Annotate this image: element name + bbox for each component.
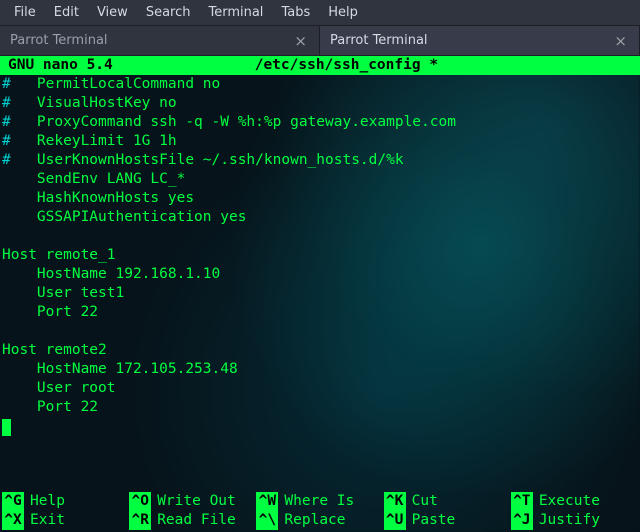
file-line: User test1: [0, 284, 640, 303]
file-line: User root: [0, 379, 640, 398]
shortcut-where-is: ^W Where Is: [256, 492, 383, 511]
file-line: # ProxyCommand ssh -q -W %h:%p gateway.e…: [0, 113, 640, 132]
shortcut-paste: ^U Paste: [384, 511, 511, 530]
shortcut-label: Execute: [539, 492, 600, 511]
shortcut-label: Read File: [157, 511, 236, 530]
shortcut-justify: ^J Justify: [511, 511, 638, 530]
file-line: SendEnv LANG LC_*: [0, 170, 640, 189]
file-line: [0, 227, 640, 246]
shortcut-key: ^O: [129, 492, 151, 511]
tab-bar: Parrot Terminal × Parrot Terminal ×: [0, 26, 640, 56]
menu-item-search[interactable]: Search: [138, 2, 199, 23]
menu-item-terminal[interactable]: Terminal: [200, 2, 271, 23]
shortcut-label: Exit: [30, 511, 65, 530]
tab-title: Parrot Terminal: [10, 33, 108, 48]
shortcut-label: Help: [30, 492, 65, 511]
shortcut-label: Replace: [284, 511, 345, 530]
shortcut-key: ^K: [384, 492, 406, 511]
shortcut-key: ^J: [511, 511, 533, 530]
text-cursor: [2, 419, 11, 436]
shortcut-label: Where Is: [284, 492, 354, 511]
menu-item-tabs[interactable]: Tabs: [273, 2, 318, 23]
shortcut-key: ^\: [256, 511, 278, 530]
menu-bar: FileEditViewSearchTerminalTabsHelp: [0, 0, 640, 26]
file-line: Host remote2: [0, 341, 640, 360]
tab-0[interactable]: Parrot Terminal ×: [0, 26, 320, 55]
file-line: GSSAPIAuthentication yes: [0, 208, 640, 227]
file-line: # UserKnownHostsFile ~/.ssh/known_hosts.…: [0, 151, 640, 170]
file-line: HashKnownHosts yes: [0, 189, 640, 208]
shortcut-key: ^X: [2, 511, 24, 530]
menu-item-edit[interactable]: Edit: [46, 2, 87, 23]
shortcut-key: ^W: [256, 492, 278, 511]
file-line: Host remote_1: [0, 246, 640, 265]
shortcut-replace: ^\ Replace: [256, 511, 383, 530]
nano-app-name: GNU nano 5.4: [0, 56, 113, 75]
file-line: [0, 322, 640, 341]
shortcut-key: ^G: [2, 492, 24, 511]
shortcut-help: ^G Help: [2, 492, 129, 511]
shortcut-label: Justify: [539, 511, 600, 530]
shortcut-key: ^U: [384, 511, 406, 530]
file-line: Port 22: [0, 398, 640, 417]
menu-item-help[interactable]: Help: [320, 2, 366, 23]
shortcut-read-file: ^R Read File: [129, 511, 256, 530]
tab-1[interactable]: Parrot Terminal ×: [320, 26, 640, 55]
file-line: # PermitLocalCommand no: [0, 75, 640, 94]
shortcut-execute: ^T Execute: [511, 492, 638, 511]
nano-file-path: /etc/ssh/ssh_config *: [113, 56, 580, 75]
close-icon[interactable]: ×: [612, 32, 629, 50]
file-line: # VisualHostKey no: [0, 94, 640, 113]
file-content: # PermitLocalCommand no# VisualHostKey n…: [0, 75, 640, 417]
shortcut-key: ^T: [511, 492, 533, 511]
shortcut-label: Write Out: [157, 492, 236, 511]
file-line: HostName 172.105.253.48: [0, 360, 640, 379]
shortcut-cut: ^K Cut: [384, 492, 511, 511]
file-line: HostName 192.168.1.10: [0, 265, 640, 284]
close-icon[interactable]: ×: [292, 32, 309, 50]
menu-item-file[interactable]: File: [6, 2, 44, 23]
nano-title-bar: GNU nano 5.4 /etc/ssh/ssh_config *: [0, 56, 640, 75]
menu-item-view[interactable]: View: [89, 2, 136, 23]
terminal-area[interactable]: GNU nano 5.4 /etc/ssh/ssh_config * # Per…: [0, 56, 640, 532]
shortcut-label: Paste: [412, 511, 456, 530]
shortcut-write-out: ^O Write Out: [129, 492, 256, 511]
file-line: Port 22: [0, 303, 640, 322]
shortcut-key: ^R: [129, 511, 151, 530]
shortcut-exit: ^X Exit: [2, 511, 129, 530]
tab-title: Parrot Terminal: [330, 33, 428, 48]
shortcut-label: Cut: [412, 492, 438, 511]
file-line: # RekeyLimit 1G 1h: [0, 132, 640, 151]
nano-shortcut-bar: ^G Help ^O Write Out ^W Where Is ^K Cut ^T Execut…: [0, 492, 640, 532]
